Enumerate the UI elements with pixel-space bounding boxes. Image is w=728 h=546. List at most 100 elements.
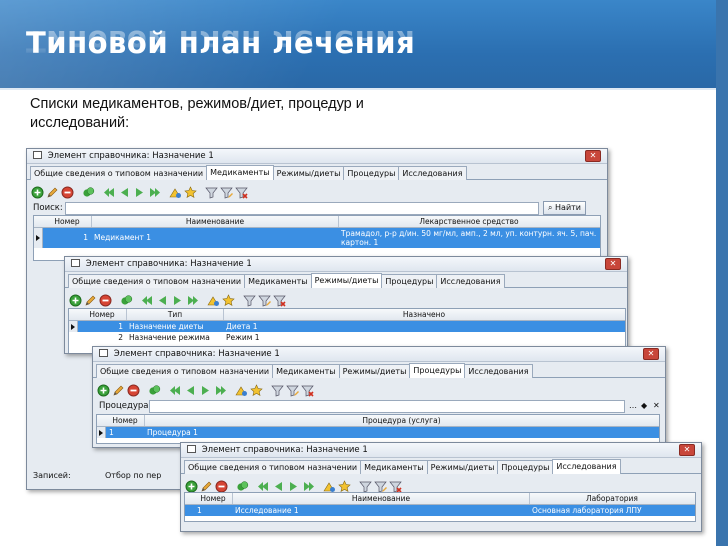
procedures-table: Номер Процедура (услуга) 1 Процедура 1 [96,414,660,444]
table-row[interactable]: 1 Процедура 1 [97,427,659,438]
favorites-icon[interactable] [184,186,197,199]
filter-icon[interactable] [243,294,256,307]
tab-procedures[interactable]: Процедуры [497,460,554,474]
edit-icon[interactable] [46,186,59,199]
clear-icon[interactable]: ✕ [653,398,660,414]
column-header-assigned[interactable]: Назначено [224,309,624,320]
window-app-icon [71,259,80,267]
column-header-name[interactable]: Наименование [233,493,530,504]
first-icon[interactable] [141,294,154,307]
tab-procedures[interactable]: Процедуры [381,274,438,288]
filter-edit-icon[interactable] [220,186,233,199]
delete-icon[interactable] [61,186,74,199]
last-icon[interactable] [148,186,161,199]
open-icon[interactable]: ◆ [641,398,647,414]
table-row[interactable]: 2 Назначение режима Режим 1 [69,332,625,343]
tab-general[interactable]: Общие сведения о типовом назначении [184,460,362,474]
tab-medications[interactable]: Медикаменты [244,274,312,288]
tab-examinations[interactable]: Исследования [464,364,533,378]
column-header-drug[interactable]: Лекарственное средство [339,216,599,227]
last-icon[interactable] [186,294,199,307]
refresh-icon[interactable] [169,186,182,199]
tab-medications[interactable]: Медикаменты [272,364,340,378]
filter-icon[interactable] [271,384,284,397]
edit-icon[interactable] [84,294,97,307]
refresh-icon[interactable] [235,384,248,397]
next-icon[interactable] [199,384,212,397]
column-header-laboratory[interactable]: Лаборатория [530,493,694,504]
prev-icon[interactable] [156,294,169,307]
select-button[interactable]: … [629,398,637,414]
delete-icon[interactable] [127,384,140,397]
right-accent-band [716,0,728,546]
column-header-procedure[interactable]: Процедура (услуга) [145,415,658,426]
copy-icon[interactable] [120,294,133,307]
add-icon[interactable] [31,186,44,199]
tab-procedures[interactable]: Процедуры [409,363,466,378]
window-titlebar[interactable]: Элемент справочника: Назначение 1 ✕ [93,347,665,362]
binoculars-icon: ⌕ [548,203,553,212]
tab-examinations[interactable]: Исследования [436,274,505,288]
tab-general[interactable]: Общие сведения о типовом назначении [68,274,246,288]
tab-general[interactable]: Общие сведения о типовом назначении [30,166,208,180]
add-icon[interactable] [97,384,110,397]
table-row[interactable]: 1 Исследование 1 Основная лаборатория ЛП… [185,505,695,516]
tab-medications[interactable]: Медикаменты [206,165,274,180]
records-label: Записей: [33,471,71,480]
last-icon[interactable] [214,384,227,397]
procedure-input[interactable] [149,400,625,413]
tab-regimens-diets[interactable]: Режимы/диеты [338,364,411,378]
slide-header: Типовой план лечения Типовой план лечени… [0,0,728,90]
column-header-number[interactable]: Номер [43,216,92,227]
tab-examinations[interactable]: Исследования [552,459,621,474]
cell-assigned: Режим 1 [226,333,260,342]
table-row[interactable]: 1 Назначение диеты Диета 1 [69,321,625,332]
delete-icon[interactable] [99,294,112,307]
search-input[interactable] [65,202,539,215]
cell-type: Назначение режима [129,333,210,342]
tab-regimens-diets[interactable]: Режимы/диеты [310,273,383,288]
window-app-icon [99,349,108,357]
tab-regimens-diets[interactable]: Режимы/диеты [426,460,499,474]
column-header-number[interactable]: Номер [78,309,127,320]
filter-edit-icon[interactable] [286,384,299,397]
close-button[interactable]: ✕ [643,348,659,360]
edit-icon[interactable] [112,384,125,397]
find-button[interactable]: ⌕ Найти [543,201,587,215]
first-icon[interactable] [169,384,182,397]
window-titlebar[interactable]: Элемент справочника: Назначение 1 ✕ [65,257,627,272]
filter-clear-icon[interactable] [273,294,286,307]
column-header-number[interactable]: Номер [106,415,145,426]
tab-medications[interactable]: Медикаменты [360,460,428,474]
window-titlebar[interactable]: Элемент справочника: Назначение 1 ✕ [181,443,701,458]
next-icon[interactable] [133,186,146,199]
slide-subtitle: Списки медикаментов, режимов/диет, проце… [30,96,364,131]
tab-regimens-diets[interactable]: Режимы/диеты [272,166,345,180]
column-header-type[interactable]: Тип [127,309,224,320]
filter-icon[interactable] [205,186,218,199]
tab-examinations[interactable]: Исследования [398,166,467,180]
copy-icon[interactable] [82,186,95,199]
copy-icon[interactable] [148,384,161,397]
prev-icon[interactable] [184,384,197,397]
close-button[interactable]: ✕ [585,150,601,162]
prev-icon[interactable] [118,186,131,199]
refresh-icon[interactable] [207,294,220,307]
column-header-name[interactable]: Наименование [92,216,339,227]
table-row[interactable]: 1 Медикамент 1 Трамадол, р-р д/ин. 50 мг… [34,228,600,248]
add-icon[interactable] [69,294,82,307]
header-divider [0,88,716,90]
first-icon[interactable] [103,186,116,199]
window-titlebar[interactable]: Элемент справочника: Назначение 1 ✕ [27,149,607,164]
tab-general[interactable]: Общие сведения о типовом назначении [96,364,274,378]
column-header-number[interactable]: Номер [194,493,233,504]
next-icon[interactable] [171,294,184,307]
filter-edit-icon[interactable] [258,294,271,307]
close-button[interactable]: ✕ [679,444,695,456]
favorites-icon[interactable] [250,384,263,397]
filter-clear-icon[interactable] [235,186,248,199]
filter-clear-icon[interactable] [301,384,314,397]
favorites-icon[interactable] [222,294,235,307]
close-button[interactable]: ✕ [605,258,621,270]
tab-procedures[interactable]: Процедуры [343,166,400,180]
